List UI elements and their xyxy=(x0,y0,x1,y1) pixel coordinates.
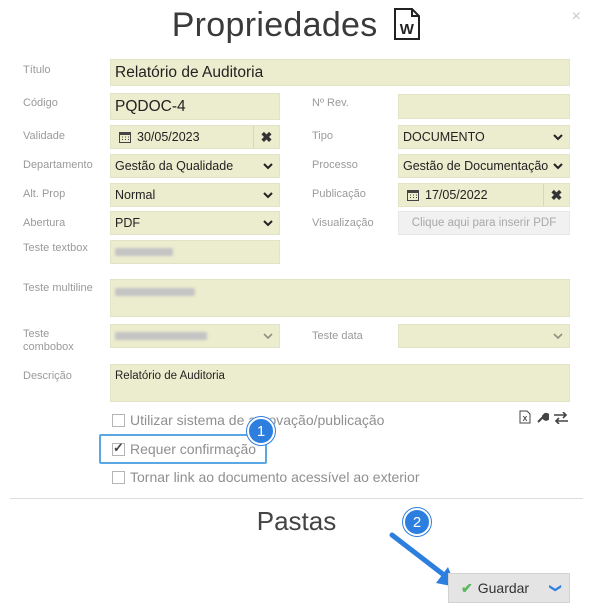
label-publicacao: Publicação xyxy=(312,188,366,200)
tool-icons: X xyxy=(519,410,569,429)
callout-badge-1: 1 xyxy=(247,417,275,445)
label-visualizacao: Visualização xyxy=(312,217,374,229)
chevron-down-icon xyxy=(263,220,273,227)
label-teste-textbox: Teste textbox xyxy=(23,242,88,254)
label-tipo: Tipo xyxy=(312,130,333,142)
codigo-field[interactable]: PQDOC-4 xyxy=(110,93,280,120)
close-icon[interactable]: × xyxy=(572,8,581,26)
teste-data-select[interactable] xyxy=(398,324,570,348)
departamento-select[interactable]: Gestão da Qualidade xyxy=(110,154,280,178)
excel-icon[interactable]: X xyxy=(519,410,531,429)
pastas-heading: Pastas xyxy=(256,506,337,536)
label-processo: Processo xyxy=(312,159,358,171)
highlight-box xyxy=(99,434,267,464)
dialog-title: Propriedades W xyxy=(0,6,593,49)
calendar-icon[interactable] xyxy=(407,189,419,201)
word-document-icon: W xyxy=(393,8,421,49)
dialog-title-text: Propriedades xyxy=(171,6,378,44)
label-teste-combobox: Teste combobox xyxy=(23,328,74,353)
descricao-field[interactable]: Relatório de Auditoria xyxy=(110,364,570,402)
checkbox-utilizar[interactable] xyxy=(112,413,125,427)
checkbox-tornar-row[interactable]: Tornar link ao documento acessível ao ex… xyxy=(112,469,419,485)
chevron-down-icon xyxy=(553,333,563,340)
label-codigo: Código xyxy=(23,97,58,109)
processo-select[interactable]: Gestão de Documentação xyxy=(398,154,570,178)
checkmark-icon: ✔ xyxy=(461,579,473,596)
redacted-text xyxy=(115,288,195,296)
chevron-down-icon[interactable]: ❯ xyxy=(549,583,563,593)
svg-text:W: W xyxy=(400,21,415,38)
clear-publicacao-icon[interactable]: ✖ xyxy=(543,184,569,206)
checkbox-tornar-label: Tornar link ao documento acessível ao ex… xyxy=(130,469,420,485)
titulo-field[interactable]: Relatório de Auditoria xyxy=(110,59,570,86)
teste-multiline-field[interactable] xyxy=(110,279,570,317)
processo-value: Gestão de Documentação xyxy=(403,159,549,173)
clear-validade-icon[interactable]: ✖ xyxy=(253,126,279,148)
transfer-arrows-icon[interactable] xyxy=(553,410,569,429)
tipo-select[interactable]: DOCUMENTO xyxy=(398,125,570,149)
teste-textbox-field[interactable] xyxy=(110,240,280,264)
label-teste-data: Teste data xyxy=(312,330,363,342)
label-teste-multiline: Teste multiline xyxy=(23,282,93,294)
abertura-value: PDF xyxy=(115,216,140,230)
label-altprop: Alt. Prop xyxy=(23,188,66,200)
calendar-icon[interactable] xyxy=(119,131,131,143)
redacted-text xyxy=(115,332,207,340)
label-descricao: Descrição xyxy=(23,370,72,382)
wrench-icon[interactable] xyxy=(535,410,550,429)
altprop-value: Normal xyxy=(115,188,156,202)
redacted-text xyxy=(115,248,173,256)
teste-combobox-select[interactable] xyxy=(110,324,280,348)
validade-value: 30/05/2023 xyxy=(137,130,200,144)
chevron-down-icon xyxy=(263,192,273,199)
label-abertura: Abertura xyxy=(23,217,66,229)
nrev-field[interactable] xyxy=(398,94,570,119)
chevron-down-icon xyxy=(553,163,563,170)
save-button-label: Guardar xyxy=(477,580,530,596)
chevron-down-icon xyxy=(263,333,273,340)
altprop-select[interactable]: Normal xyxy=(110,183,280,207)
section-divider xyxy=(10,498,583,499)
label-nrev: Nº Rev. xyxy=(312,97,349,109)
publicacao-field[interactable]: 17/05/2022 ✖ xyxy=(398,183,570,207)
checkbox-tornar[interactable] xyxy=(112,470,125,484)
chevron-down-icon xyxy=(263,163,273,170)
label-departamento: Departamento xyxy=(23,159,93,171)
publicacao-value: 17/05/2022 xyxy=(425,188,488,202)
visualizacao-field[interactable]: Clique aqui para inserir PDF xyxy=(398,211,570,235)
save-button[interactable]: ✔ Guardar ❯ xyxy=(448,573,570,603)
label-titulo: Título xyxy=(23,64,51,76)
tipo-value: DOCUMENTO xyxy=(403,130,485,144)
chevron-down-icon xyxy=(553,134,563,141)
departamento-value: Gestão da Qualidade xyxy=(115,159,234,173)
label-validade: Validade xyxy=(23,130,65,142)
validade-field[interactable]: 30/05/2023 ✖ xyxy=(110,125,280,149)
svg-text:X: X xyxy=(523,416,528,423)
abertura-select[interactable]: PDF xyxy=(110,211,280,235)
